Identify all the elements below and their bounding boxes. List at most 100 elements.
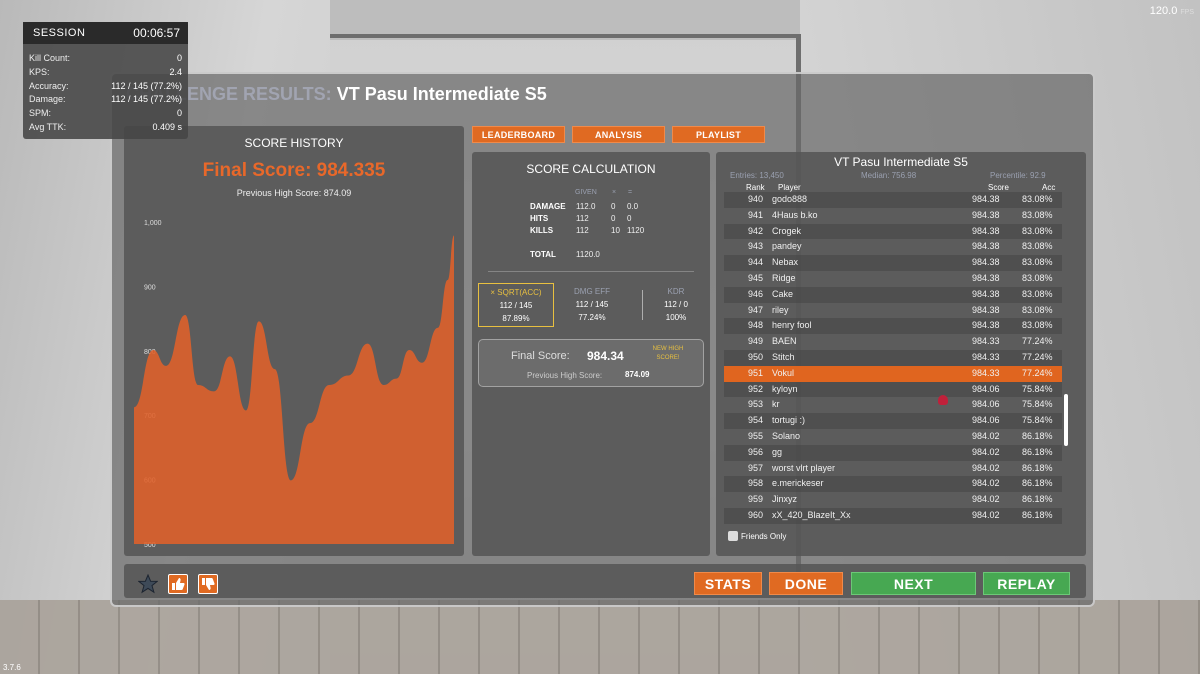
leaderboard-row[interactable]: 956 gg 984.02 86.18% — [724, 444, 1062, 461]
acc-cell: 83.08% — [1022, 209, 1053, 220]
tab-playlist[interactable]: PLAYLIST — [672, 126, 765, 143]
col-multiply: × — [612, 189, 617, 196]
score-cell: 984.02 — [972, 509, 1000, 520]
player-cell: kr — [772, 399, 780, 410]
leaderboard-row[interactable]: 949 BAEN 984.33 77.24% — [724, 334, 1062, 350]
score-cell: 984.38 — [972, 194, 1000, 204]
previous-high-label: Previous High Score: — [527, 371, 603, 380]
scene-floor — [0, 600, 1200, 674]
score-cell: 984.02 — [972, 446, 1000, 457]
new-high-score-badge: NEW HIGH SCORE! — [652, 346, 684, 361]
acc-cell: 86.18% — [1022, 446, 1053, 457]
score-cell: 984.33 — [972, 367, 1000, 378]
leaderboard-row[interactable]: 947 riley 984.38 83.08% — [724, 303, 1062, 319]
rank-cell: 943 — [748, 241, 764, 252]
score-cell: 984.06 — [972, 415, 1000, 426]
score-cell: 984.33 — [972, 351, 1000, 362]
leaderboard-row[interactable]: 944 Nebax 984.38 83.08% — [724, 255, 1062, 271]
star-icon-shape — [137, 573, 159, 594]
player-cell: Vokul — [772, 367, 795, 378]
rank-cell: 940 — [748, 194, 764, 204]
leaderboard-row[interactable]: 959 Jinxyz 984.02 86.18% — [724, 492, 1062, 508]
replay-button[interactable]: REPLAY — [983, 572, 1070, 595]
rank-cell: 960 — [748, 509, 764, 520]
calc-value: 0 — [611, 202, 616, 211]
thumbs-up-icon[interactable] — [168, 574, 188, 594]
leaderboard-row[interactable]: 958 e.merickeser 984.02 86.18% — [724, 476, 1062, 493]
player-cell: Cake — [772, 288, 794, 299]
rank-cell: 941 — [748, 209, 764, 220]
acc-cell: 86.18% — [1022, 494, 1053, 505]
leaderboard-row[interactable]: 961sA minay984.0286.18% — [724, 524, 1062, 527]
col-player: Player — [778, 183, 801, 192]
leaderboard-row[interactable]: 942 Crogek 984.38 83.08% — [724, 223, 1062, 240]
leaderboard-row[interactable]: 955 Solano 984.02 86.18% — [724, 429, 1062, 445]
session-header: SESSION 00:06:57 — [23, 22, 188, 44]
leaderboard-row[interactable]: 960 xX_420_BlazeIt_Xx 984.02 86.18% — [724, 507, 1062, 524]
rank-cell: 945 — [748, 272, 764, 283]
calc-value: 0 — [611, 214, 616, 223]
y-tick-label: 1,000 — [144, 220, 162, 227]
multiplier-dmg-eff: DMG EFF 112 / 145 77.24% — [554, 283, 630, 327]
leaderboard-row[interactable]: 954 tortugi :) 984.06 75.84% — [724, 413, 1062, 429]
scene-beam — [330, 34, 800, 38]
leaderboard-row[interactable]: 945 Ridge 984.38 83.08% — [724, 271, 1062, 287]
acc-cell: 75.84% — [1022, 399, 1053, 410]
calc-value: 112.0 — [576, 202, 596, 211]
final-score-box: Final Score: 984.34 NEW HIGH SCORE! Prev… — [478, 339, 704, 387]
score-cell: 984.38 — [972, 288, 1000, 299]
leaderboard-row[interactable]: 946 Cake 984.38 83.08% — [724, 286, 1062, 303]
rank-cell: 946 — [748, 288, 764, 299]
rank-cell: 948 — [748, 320, 764, 331]
score-cell: 984.38 — [972, 209, 1000, 220]
leaderboard-row[interactable]: 940 godo888 984.38 83.08% — [724, 192, 1062, 208]
score-cell: 984.02 — [972, 462, 1000, 473]
acc-cell: 83.08% — [1022, 320, 1053, 331]
player-cell: Stitch — [772, 351, 795, 362]
session-stat-row: Damage: 112 / 145 (77.2%) — [29, 93, 182, 107]
score-calculation-title: SCORE CALCULATION — [526, 162, 656, 176]
leaderboard-row[interactable]: 948 henry fool 984.38 83.08% — [724, 318, 1062, 335]
final-score: Final Score: 984.335 — [202, 160, 386, 181]
leaderboard-median: Median: 756.98 — [861, 171, 917, 180]
score-cell: 984.38 — [972, 320, 1000, 331]
tab-leaderboard[interactable]: LEADERBOARD — [472, 126, 565, 143]
previous-high-value: 874.09 — [625, 370, 650, 379]
acc-cell: 75.84% — [1022, 383, 1053, 394]
acc-cell: 83.08% — [1022, 257, 1053, 268]
leaderboard-row[interactable]: 943 pandey 984.38 83.08% — [724, 239, 1062, 255]
star-icon[interactable] — [137, 573, 159, 594]
leaderboard-row[interactable]: 957 worst vlrt player 984.02 86.18% — [724, 461, 1062, 477]
leaderboard-row[interactable]: 953 kr 984.06 75.84% — [724, 397, 1062, 413]
rank-cell: 956 — [748, 446, 764, 457]
tab-analysis[interactable]: ANALYSIS — [572, 126, 665, 143]
acc-cell: 83.08% — [1022, 241, 1053, 252]
score-cell: 984.38 — [972, 304, 1000, 315]
leaderboard-row[interactable]: 941 4Haus b.ko 984.38 83.08% — [724, 208, 1062, 224]
leaderboard-row[interactable]: 952 kyloyn 984.06 75.84% — [724, 381, 1062, 398]
leaderboard-scrollbar[interactable] — [1064, 394, 1068, 446]
stats-button[interactable]: STATS — [694, 572, 762, 595]
score-calculation-card: SCORE CALCULATION GIVEN × = DAMAGE 112.0… — [472, 152, 710, 556]
col-score: Score — [988, 183, 1009, 192]
multiplier-percent: 87.89% — [502, 314, 530, 323]
leaderboard-row[interactable]: 950 Stitch 984.33 77.24% — [724, 349, 1062, 366]
fps-value: 120.0 — [1149, 5, 1178, 17]
thumbs-down-icon[interactable] — [198, 574, 218, 594]
player-cell: BAEN — [772, 336, 797, 347]
score-cell: 984.06 — [972, 383, 1000, 394]
leaderboard-row-current-player[interactable]: 951 Vokul 984.33 77.24% — [724, 365, 1062, 382]
checkbox-icon[interactable] — [728, 531, 738, 541]
player-cell: Solano — [772, 430, 801, 441]
score-cell: 984.38 — [972, 225, 1000, 236]
leaderboard-list[interactable]: 940 godo888 984.38 83.08% 941 4Haus b.ko 984.3… — [724, 192, 1062, 526]
next-button[interactable]: NEXT — [851, 572, 976, 595]
calc-value: 1120 — [627, 226, 645, 235]
done-button[interactable]: DONE — [769, 572, 843, 595]
player-cell: Crogek — [772, 225, 802, 236]
friends-only-toggle[interactable]: Friends Only — [728, 531, 786, 541]
session-stat-value: 0 — [176, 108, 182, 119]
acc-cell: 86.18% — [1022, 430, 1053, 441]
score-cell: 984.06 — [972, 399, 1000, 410]
session-stat-label: Kill Count: — [29, 53, 71, 63]
